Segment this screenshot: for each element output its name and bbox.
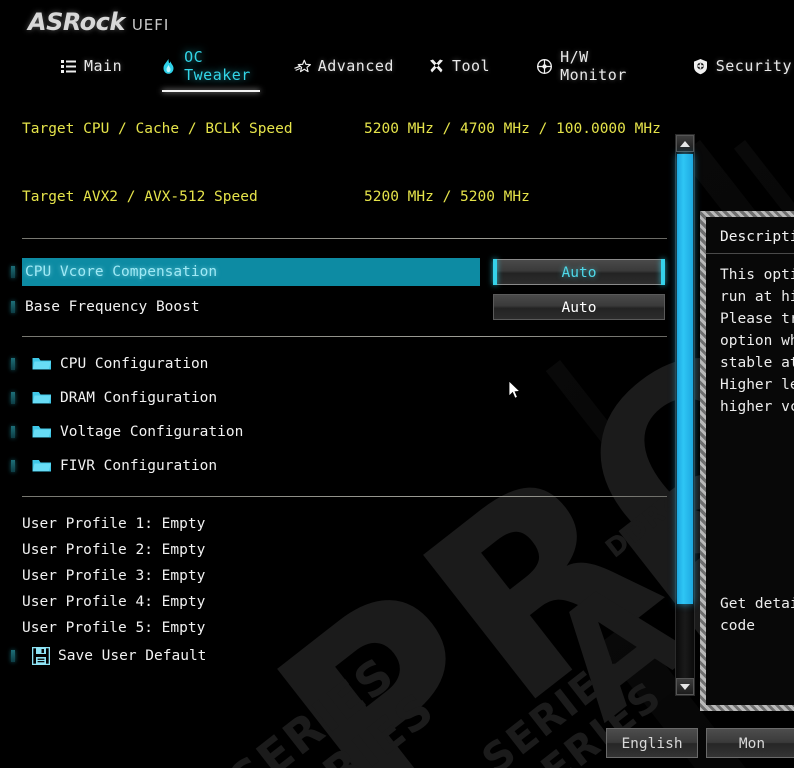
menu-voltage-configuration[interactable]: Voltage Configuration [0, 418, 680, 446]
setting-base-frequency-boost[interactable]: Base Frequency Boost Auto [0, 293, 680, 321]
description-divider [706, 253, 794, 254]
row-marker-icon [11, 266, 15, 278]
setting-value-dropdown[interactable]: Auto [493, 294, 665, 320]
tab-main[interactable]: Main [58, 53, 124, 83]
language-button[interactable]: English [606, 728, 698, 758]
scroll-down-button[interactable] [676, 678, 694, 695]
tab-tool[interactable]: Tool [426, 53, 492, 83]
folder-icon [32, 389, 52, 405]
shield-icon [692, 58, 709, 75]
description-footer-line: code [720, 618, 755, 634]
header: ASRock UEFI Main OC Tweaker Advanced Too… [0, 0, 794, 92]
menu-fivr-configuration[interactable]: FIVR Configuration [0, 452, 680, 480]
menu-label: FIVR Configuration [60, 458, 218, 474]
info-value: 5200 MHz / 4700 MHz / 100.0000 MHz [364, 121, 661, 137]
menu-label: CPU Configuration [60, 356, 209, 372]
main-navigation: Main OC Tweaker Advanced Tool H/W Monito… [0, 44, 794, 92]
description-line: stable at [720, 355, 794, 371]
section-divider [22, 238, 667, 239]
description-footer-line: Get detai [720, 596, 794, 612]
description-title: Descripti [720, 229, 794, 245]
info-label: Target CPU / Cache / BCLK Speed [22, 121, 293, 137]
row-marker-icon [11, 460, 15, 472]
folder-icon [32, 355, 52, 371]
setting-cpu-vcore-compensation[interactable]: CPU Vcore Compensation Auto [0, 258, 680, 286]
menu-label: DRAM Configuration [60, 390, 218, 406]
row-marker-icon [11, 358, 15, 370]
info-row-cpu-speed: Target CPU / Cache / BCLK Speed 5200 MHz… [0, 112, 680, 146]
description-line: Please tr [720, 311, 794, 327]
wrench-icon [428, 58, 445, 75]
tab-main-label: Main [84, 57, 123, 75]
content-scrollbar[interactable] [675, 134, 695, 696]
user-profile-1[interactable]: User Profile 1: Empty [22, 511, 205, 537]
user-profile-3[interactable]: User Profile 3: Empty [22, 563, 205, 589]
setting-value-dropdown[interactable]: Auto [493, 259, 665, 285]
tab-security-label: Security [715, 57, 792, 75]
asrock-logo-text: ASRock [28, 8, 125, 36]
info-label: Target AVX2 / AVX-512 Speed [22, 189, 258, 205]
description-line: Higher le [720, 377, 794, 393]
description-footer: Get detai code [720, 593, 794, 637]
menu-cpu-configuration[interactable]: CPU Configuration [0, 350, 680, 378]
row-marker-icon [11, 392, 15, 404]
section-divider [22, 496, 667, 497]
user-profile-4[interactable]: User Profile 4: Empty [22, 589, 205, 615]
save-user-default-label: Save User Default [58, 648, 207, 664]
floppy-disk-icon [31, 646, 51, 666]
setting-label: CPU Vcore Compensation [22, 258, 480, 286]
tab-tool-label: Tool [451, 57, 491, 75]
setting-label: Base Frequency Boost [25, 299, 200, 315]
section-divider [22, 336, 667, 337]
description-content: Descripti This opti run at hi Please tr … [706, 217, 794, 705]
monitor-button[interactable]: Mon [706, 728, 794, 758]
scroll-up-button[interactable] [676, 135, 694, 152]
tab-security[interactable]: Security [690, 53, 794, 83]
user-profile-2[interactable]: User Profile 2: Empty [22, 537, 205, 563]
user-profile-5[interactable]: User Profile 5: Empty [22, 615, 205, 641]
tab-hw-monitor-label: H/W Monitor [560, 48, 627, 84]
uefi-logo-text: UEFI [131, 16, 170, 34]
row-marker-icon [11, 650, 15, 662]
row-marker-icon [11, 301, 15, 313]
tab-hw-monitor[interactable]: H/W Monitor [534, 44, 648, 92]
bottom-bar: English Mon [0, 716, 794, 768]
menu-label: Voltage Configuration [60, 424, 244, 440]
info-value: 5200 MHz / 5200 MHz [364, 189, 530, 205]
description-panel: Descripti This opti run at hi Please tr … [700, 211, 794, 711]
scrollbar-thumb[interactable] [677, 154, 693, 604]
star-icon [293, 58, 311, 75]
tab-oc-tweaker-label: OC Tweaker [184, 48, 251, 84]
settings-panel: Target CPU / Cache / BCLK Speed 5200 MHz… [0, 112, 680, 666]
description-line: This opti [720, 267, 794, 283]
description-line: higher vc [720, 399, 794, 415]
save-user-default-button[interactable]: Save User Default [0, 642, 680, 670]
tab-advanced-label: Advanced [317, 57, 394, 75]
chevron-up-icon [680, 140, 690, 147]
chevron-down-icon [680, 683, 690, 690]
description-line: run at hi [720, 289, 794, 305]
menu-dram-configuration[interactable]: DRAM Configuration [0, 384, 680, 412]
row-marker-icon [11, 426, 15, 438]
tab-advanced[interactable]: Advanced [292, 53, 396, 83]
info-row-avx-speed: Target AVX2 / AVX-512 Speed 5200 MHz / 5… [0, 180, 680, 214]
folder-icon [32, 457, 52, 473]
uefi-bios-screen: PRO PRO SERIES SERIES SERIES SERIES A DD… [0, 0, 794, 768]
folder-icon [32, 423, 52, 439]
tab-oc-tweaker[interactable]: OC Tweaker [158, 44, 264, 92]
flame-icon [160, 58, 177, 75]
list-icon [60, 58, 77, 75]
asrock-logo: ASRock UEFI [28, 8, 169, 36]
description-line: option wh [720, 333, 794, 349]
gauge-icon [536, 58, 553, 75]
